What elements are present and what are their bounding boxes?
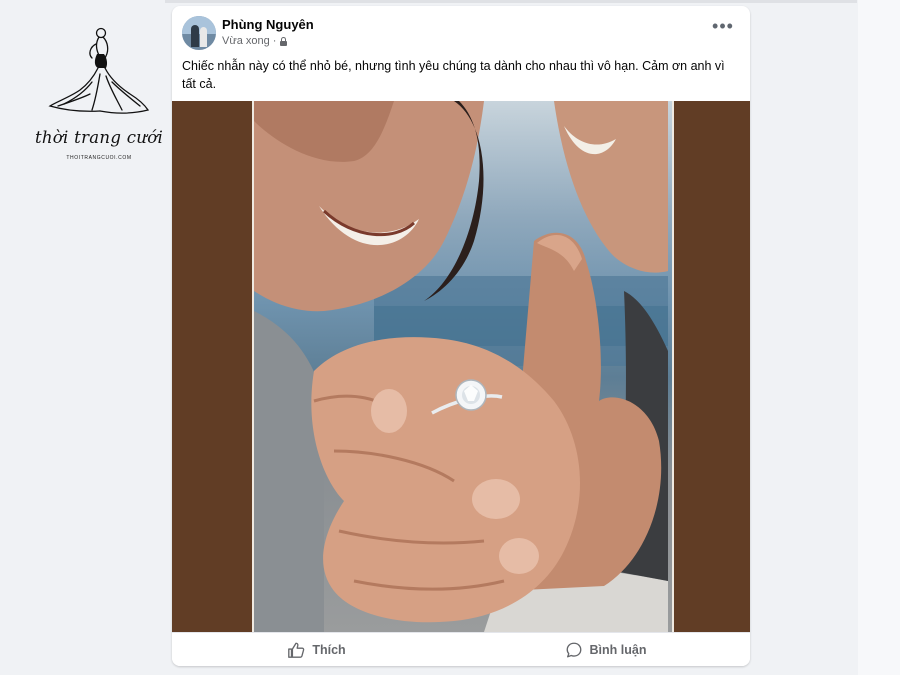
like-button[interactable]: Thích bbox=[172, 633, 461, 666]
post-action-bar: Thích Bình luận bbox=[172, 632, 750, 666]
post-photo-frame[interactable] bbox=[172, 101, 750, 632]
comment-label: Bình luận bbox=[589, 643, 647, 657]
author-name[interactable]: Phùng Nguyên bbox=[222, 17, 314, 32]
post-timestamp[interactable]: Vừa xong bbox=[222, 35, 270, 47]
post-meta: Vừa xong · bbox=[222, 35, 288, 47]
brand-script-text: thời trang cưới bbox=[34, 128, 164, 147]
like-label: Thích bbox=[312, 643, 346, 657]
bride-silhouette-icon bbox=[48, 27, 150, 114]
comment-bubble-icon bbox=[566, 642, 581, 658]
comment-button[interactable]: Bình luận bbox=[461, 633, 750, 666]
right-margin bbox=[858, 0, 900, 675]
post-caption: Chiếc nhẫn này có thể nhỏ bé, nhưng tình… bbox=[182, 59, 725, 91]
more-options-icon[interactable]: ••• bbox=[710, 17, 736, 42]
thumbs-up-icon bbox=[288, 642, 305, 658]
post-card: Phùng Nguyên Vừa xong · ••• Chiếc nhẫn n… bbox=[172, 6, 750, 666]
lock-icon bbox=[279, 36, 288, 46]
top-divider bbox=[165, 0, 857, 3]
brand-url-text: THOITRANGCUOI.COM bbox=[66, 155, 132, 161]
brand-watermark: thời trang cưới THOITRANGCUOI.COM bbox=[30, 24, 168, 174]
post-photo[interactable] bbox=[252, 101, 674, 632]
avatar[interactable] bbox=[182, 16, 216, 50]
